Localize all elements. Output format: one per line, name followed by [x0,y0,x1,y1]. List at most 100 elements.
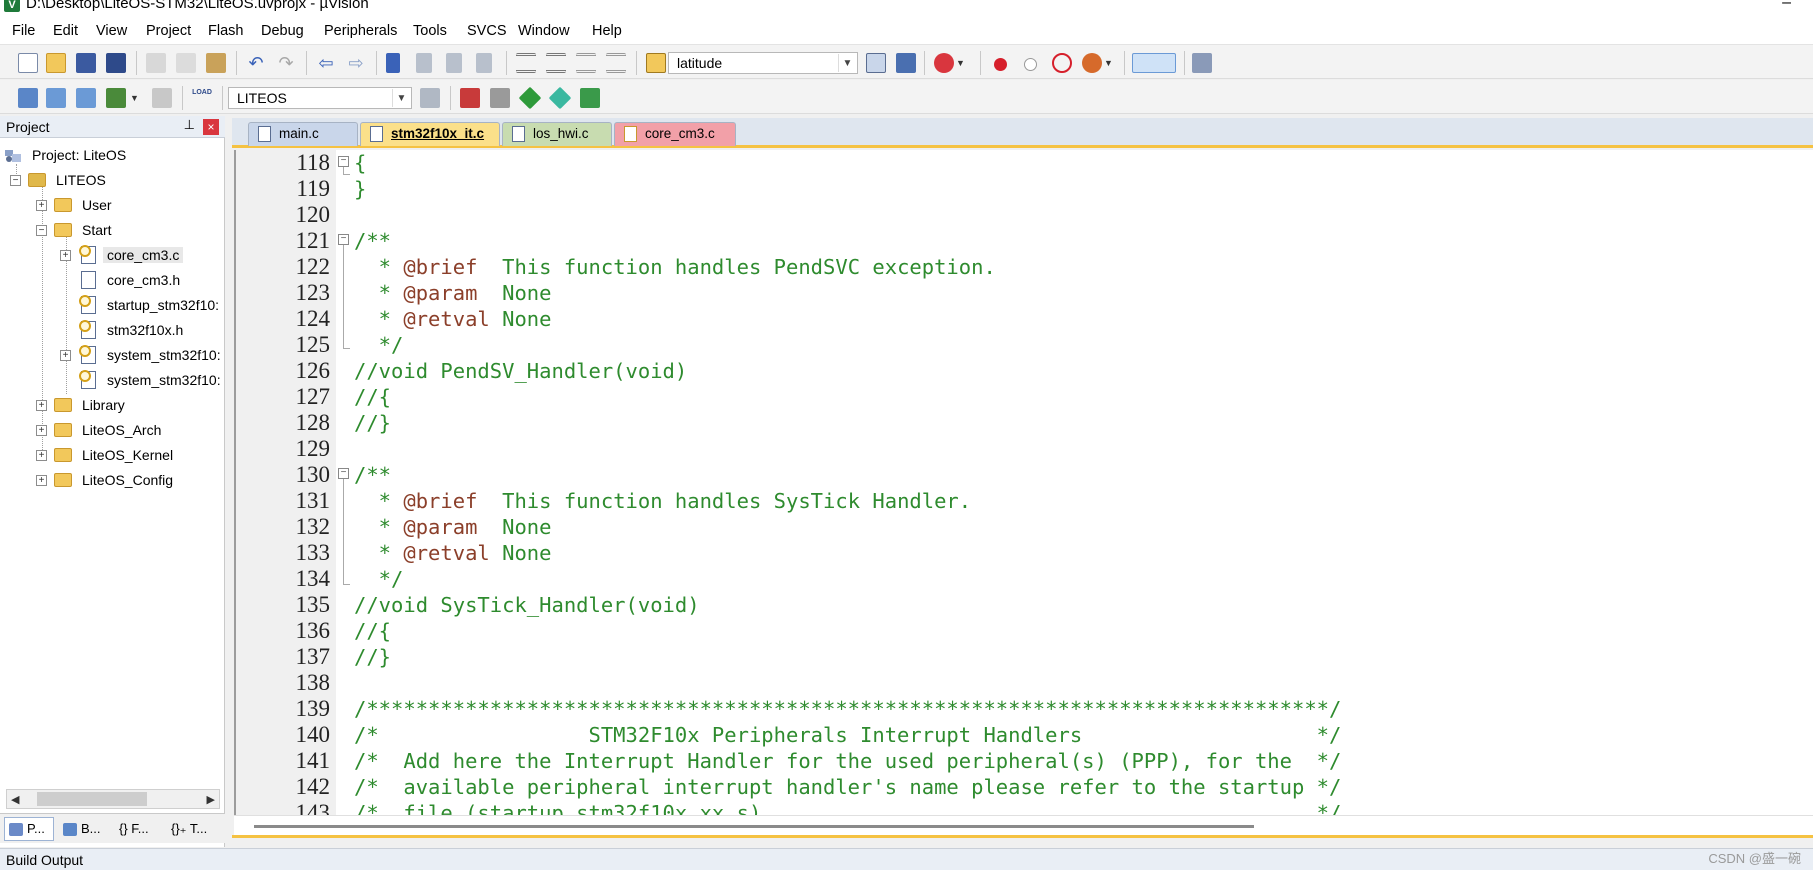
fold-toggle-icon[interactable]: − [338,468,349,479]
menu-flash[interactable]: Flash [208,23,243,39]
chevron-down-icon[interactable]: ▼ [1104,53,1114,73]
run-time-environment-icon[interactable] [580,88,600,108]
tab-project[interactable]: P... [4,817,54,841]
tree-item-project[interactable]: Project: LiteOS [0,144,225,168]
menu-debug[interactable]: Debug [261,23,304,39]
comment-icon[interactable] [576,53,596,73]
menu-svcs[interactable]: SVCS [467,23,507,39]
code-editor[interactable]: 118−{ 119} 120 121−/** 122 * @brief This… [234,150,1813,815]
toggle-breakpoint-icon[interactable] [1082,53,1102,73]
navigate-forward-icon[interactable]: ⇨ [346,53,366,73]
tree-item-file[interactable]: startup_stm32f10: [0,294,225,318]
expand-icon[interactable]: + [36,400,47,411]
previous-bookmark-icon[interactable] [416,53,432,73]
expand-icon[interactable]: + [36,425,47,436]
save-all-icon[interactable] [106,53,126,73]
file-extensions-icon[interactable] [490,88,510,108]
window-layout-icon[interactable] [1132,53,1176,73]
tree-item-group[interactable]: − Start [0,219,225,243]
configure-icon[interactable] [1192,53,1212,73]
next-bookmark-icon[interactable] [446,53,462,73]
stop-build-icon[interactable] [152,88,172,108]
expand-icon[interactable]: + [36,475,47,486]
collapse-icon[interactable]: − [36,225,47,236]
fold-toggle-icon[interactable]: − [338,234,349,245]
breakpoint-icon[interactable] [994,58,1007,71]
tree-item-file[interactable]: + system_stm32f10: [0,344,225,368]
select-software-packs-icon[interactable] [548,86,572,110]
menu-tools[interactable]: Tools [413,23,447,39]
pack-installer-icon[interactable] [518,86,542,110]
tree-item-file[interactable]: stm32f10x.h [0,319,225,343]
indent-icon[interactable] [516,53,536,73]
menu-view[interactable]: View [96,23,127,39]
chevron-down-icon[interactable]: ▼ [130,88,140,108]
navigate-back-icon[interactable]: ⇦ [316,53,336,73]
redo-icon[interactable]: ↷ [276,53,296,73]
menu-help[interactable]: Help [592,23,622,39]
undo-icon[interactable]: ↶ [246,53,266,73]
rebuild-icon[interactable] [76,88,96,108]
menu-window[interactable]: Window [518,23,570,39]
scroll-left-icon[interactable]: ◀ [11,793,19,806]
menu-project[interactable]: Project [146,23,191,39]
find-combo[interactable]: latitude ▼ [668,52,858,74]
batch-build-icon[interactable] [106,88,126,108]
cut-icon[interactable] [146,53,166,73]
chevron-down-icon[interactable]: ▼ [838,54,856,72]
download-icon[interactable]: LOAD [192,88,212,108]
tab-books[interactable]: B... [58,817,110,841]
collapse-icon[interactable]: − [10,175,21,186]
minimize-button[interactable]: – [1782,0,1791,12]
tab-templates[interactable]: {}₊ T... [166,817,222,841]
scroll-right-icon[interactable]: ▶ [207,793,215,806]
expand-icon[interactable]: + [60,250,71,261]
tab-core-cm3-c[interactable]: core_cm3.c [614,122,736,146]
scrollbar-thumb[interactable] [37,792,147,806]
expand-icon[interactable]: + [36,200,47,211]
tree-item-group[interactable]: + Library [0,394,225,418]
build-output-panel[interactable]: Build Output [0,848,1813,870]
tree-item-file[interactable]: core_cm3.h [0,269,225,293]
copy-icon[interactable] [176,53,196,73]
tree-item-target[interactable]: − LITEOS [0,169,225,193]
editor-horizontal-scrollbar[interactable] [234,815,1813,835]
save-icon[interactable] [76,53,96,73]
menu-peripherals[interactable]: Peripherals [324,23,397,39]
scrollbar-thumb[interactable] [254,825,1254,828]
menu-edit[interactable]: Edit [53,23,78,39]
project-horizontal-scrollbar[interactable]: ◀ ▶ [6,789,220,809]
expand-icon[interactable]: + [60,350,71,361]
manage-components-icon[interactable] [460,88,480,108]
tab-stm32f10x-it-c[interactable]: stm32f10x_it.c [360,122,500,146]
find-icon[interactable] [866,53,886,73]
expand-icon[interactable]: + [36,450,47,461]
pin-icon[interactable]: ⊥ [184,117,195,133]
tree-item-group[interactable]: + LiteOS_Kernel [0,444,225,468]
new-file-icon[interactable] [18,53,38,73]
uncomment-icon[interactable] [606,53,626,73]
disable-breakpoint-icon[interactable] [1024,58,1037,71]
tree-item-group[interactable]: + User [0,194,225,218]
target-options-icon[interactable] [420,88,440,108]
build-icon[interactable] [46,88,66,108]
tree-item-group[interactable]: + LiteOS_Config [0,469,225,493]
paste-icon[interactable] [206,53,226,73]
tab-los-hwi-c[interactable]: los_hwi.c [502,122,612,146]
tab-functions[interactable]: {} F... [114,817,164,841]
target-select[interactable]: LITEOS ▼ [228,87,412,109]
debug-session-icon[interactable] [934,53,954,73]
tab-main-c[interactable]: main.c [248,122,358,146]
tree-item-file[interactable]: + core_cm3.c [0,244,225,268]
open-file-icon[interactable] [46,53,66,73]
unindent-icon[interactable] [546,53,566,73]
fold-toggle-icon[interactable]: − [338,156,349,167]
insert-bookmark-icon[interactable] [386,53,400,73]
translate-icon[interactable] [18,88,38,108]
tree-item-group[interactable]: + LiteOS_Arch [0,419,225,443]
clear-bookmarks-icon[interactable] [476,53,492,73]
incremental-find-icon[interactable] [896,53,916,73]
chevron-down-icon[interactable]: ▼ [956,53,966,73]
close-panel-button[interactable]: × [203,119,219,135]
find-in-files-icon[interactable] [646,53,666,73]
